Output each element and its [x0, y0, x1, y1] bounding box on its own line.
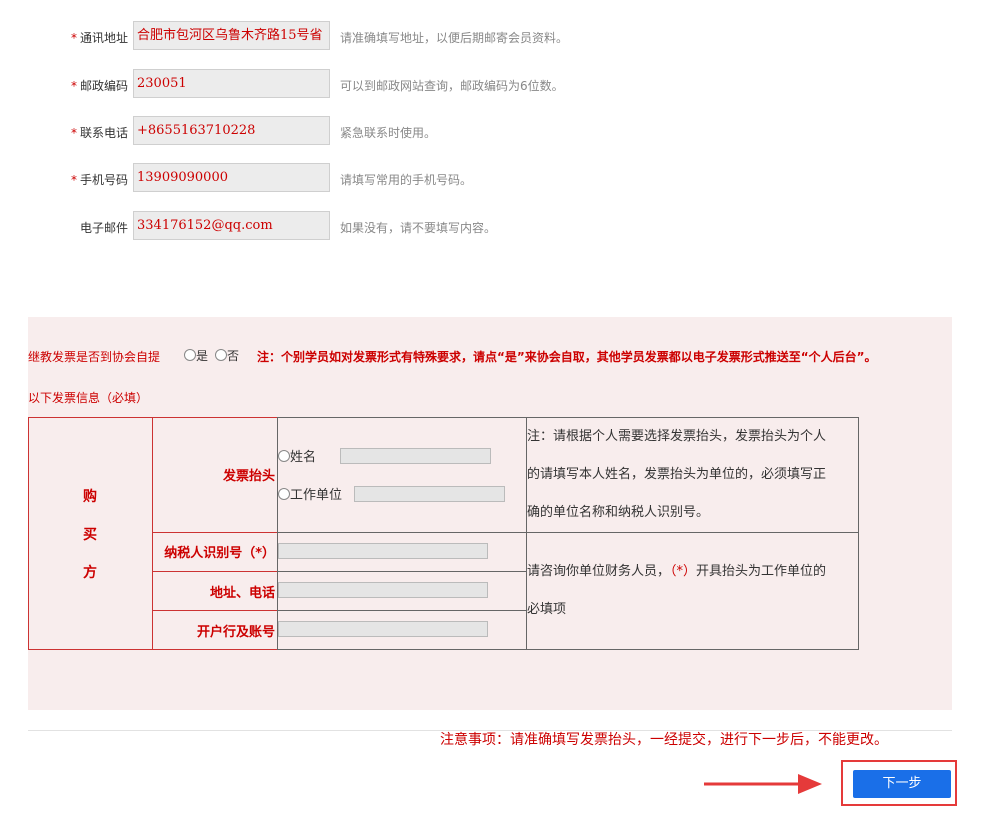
address-phone-label: 地址、电话 [209, 586, 275, 601]
buyer-char-1: 购 [83, 489, 97, 505]
name-input[interactable] [340, 448, 491, 464]
header-note: 注：请根据个人需要选择发票抬头，发票抬头为个人 的请填写本人姓名，发票抬头为单位… [527, 429, 827, 520]
consult-note: 请咨询你单位财务人员，（*）开具抬头为工作单位的 必填项 [527, 564, 827, 617]
address-phone-label-cell: 地址、电话 [152, 571, 278, 611]
next-button-highlight: 下一步 [841, 760, 957, 806]
buyer-cell: 购 买 方 [28, 417, 153, 650]
buyer-char-3: 方 [83, 565, 97, 581]
submit-notice: 注意事项：请准确填写发票抬头，一经提交，进行下一步后，不能更改。 [440, 732, 888, 748]
required-mark: * [70, 31, 77, 45]
address-phone-input-cell [277, 571, 527, 611]
phone-input[interactable]: +8655163710228 [133, 116, 330, 145]
invoice-panel: 继教发票是否到协会自提 是 否 注：个别学员如对发票形式有特殊要求，请点“是”来… [28, 317, 952, 710]
postcode-input[interactable]: 230051 [133, 69, 330, 98]
required-mark: * [70, 79, 77, 93]
postcode-label: * 邮政编码 [70, 79, 128, 93]
phone-row: * 联系电话 +8655163710228 紧急联系时使用。 [0, 116, 982, 146]
invoice-header-input-cell: 姓名 工作单位 [277, 417, 527, 533]
required-mark: * [70, 173, 77, 187]
address-phone-input[interactable] [278, 582, 488, 598]
address-label: * 通讯地址 [70, 31, 128, 45]
header-option-company[interactable]: 工作单位 [278, 484, 342, 503]
header-option-name[interactable]: 姓名 [278, 446, 316, 465]
pickup-yes-option[interactable]: 是 [184, 347, 208, 364]
address-input[interactable]: 合肥市包河区乌鲁木齐路15号省 [133, 21, 330, 50]
radio-name[interactable] [278, 450, 290, 462]
company-input[interactable] [354, 486, 505, 502]
postcode-hint: 可以到邮政网站查询，邮政编码为6位数。 [340, 79, 564, 93]
bank-account-label-cell: 开户行及账号 [152, 610, 278, 650]
bank-account-label: 开户行及账号 [196, 625, 275, 640]
invoice-header-label: 发票抬头 [222, 469, 275, 484]
email-hint: 如果没有，请不要填写内容。 [340, 221, 497, 235]
pickup-question: 继教发票是否到协会自提 [28, 350, 161, 364]
tax-id-label-cell: 纳税人识别号（*） [152, 532, 278, 572]
bank-account-input-cell [277, 610, 527, 650]
header-note-cell: 注：请根据个人需要选择发票抬头，发票抬头为个人 的请填写本人姓名，发票抬头为单位… [526, 417, 859, 533]
address-hint: 请准确填写地址，以便后期邮寄会员资料。 [340, 31, 569, 45]
required-mark: * [70, 126, 77, 140]
invoice-section-title: 以下发票信息（必填） [28, 391, 149, 405]
phone-hint: 紧急联系时使用。 [340, 126, 437, 140]
mobile-label: * 手机号码 [70, 173, 128, 187]
mobile-input[interactable]: 13909090000 [133, 163, 330, 192]
buyer-char-2: 买 [83, 527, 97, 543]
next-step-button[interactable]: 下一步 [853, 770, 951, 798]
tax-id-input-cell [277, 532, 527, 572]
invoice-header-label-cell: 发票抬头 [152, 417, 278, 533]
email-row: 电子邮件 334176152@qq.com 如果没有，请不要填写内容。 [0, 211, 982, 241]
pickup-no-option[interactable]: 否 [215, 347, 239, 364]
address-row: * 通讯地址 合肥市包河区乌鲁木齐路15号省 请准确填写地址，以便后期邮寄会员资料… [0, 21, 982, 51]
arrow-right-icon [704, 774, 822, 794]
phone-label: * 联系电话 [70, 126, 128, 140]
radio-no[interactable] [215, 349, 227, 361]
email-label: 电子邮件 [79, 221, 128, 235]
mobile-row: * 手机号码 13909090000 请填写常用的手机号码。 [0, 163, 982, 193]
radio-yes[interactable] [184, 349, 196, 361]
consult-note-cell: 请咨询你单位财务人员，（*）开具抬头为工作单位的 必填项 [526, 532, 859, 650]
email-input[interactable]: 334176152@qq.com [133, 211, 330, 240]
tax-id-label: 纳税人识别号（*） [164, 546, 275, 561]
postcode-row: * 邮政编码 230051 可以到邮政网站查询，邮政编码为6位数。 [0, 69, 982, 99]
mobile-hint: 请填写常用的手机号码。 [340, 173, 473, 187]
pickup-note: 注：个别学员如对发票形式有特殊要求，请点“是”来协会自取，其他学员发票都以电子发… [257, 350, 877, 364]
radio-company[interactable] [278, 488, 290, 500]
bank-account-input[interactable] [278, 621, 488, 637]
tax-id-input[interactable] [278, 543, 488, 559]
